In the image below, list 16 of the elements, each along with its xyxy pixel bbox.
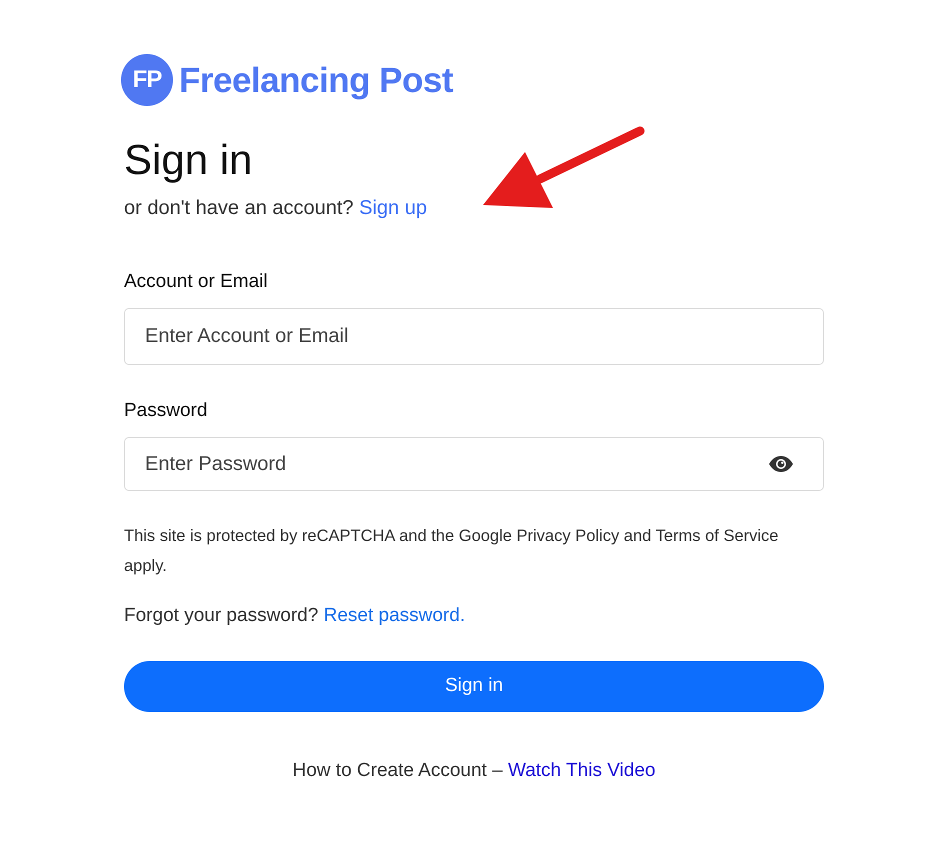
- page-heading: Sign in: [124, 135, 252, 185]
- logo-mark: FP: [121, 54, 173, 106]
- password-field[interactable]: Enter Password: [124, 437, 824, 491]
- field-label: Password: [124, 399, 208, 423]
- sign-up-link[interactable]: Sign up: [359, 197, 427, 219]
- create-account-prompt: How to Create Account – Watch This Video: [292, 759, 656, 783]
- logo-text: Freelancing Post: [179, 62, 454, 98]
- recaptcha-notice: This site is protected by reCAPTCHA and the Google Privacy Policy and Terms of Service apply.: [124, 526, 780, 577]
- reset-password-link[interactable]: Reset password.: [324, 605, 466, 626]
- eye-icon[interactable]: [769, 456, 793, 472]
- forgot-password-prompt: Forgot your password? Reset password.: [124, 604, 466, 628]
- signup-prompt: or don't have an account? Sign up: [124, 196, 427, 221]
- field-label: Account or Email: [124, 270, 268, 294]
- account-email-field[interactable]: Enter Account or Email: [124, 308, 824, 365]
- watch-video-link[interactable]: Watch This Video: [508, 760, 656, 781]
- sign-in-button[interactable]: Sign in: [124, 661, 824, 712]
